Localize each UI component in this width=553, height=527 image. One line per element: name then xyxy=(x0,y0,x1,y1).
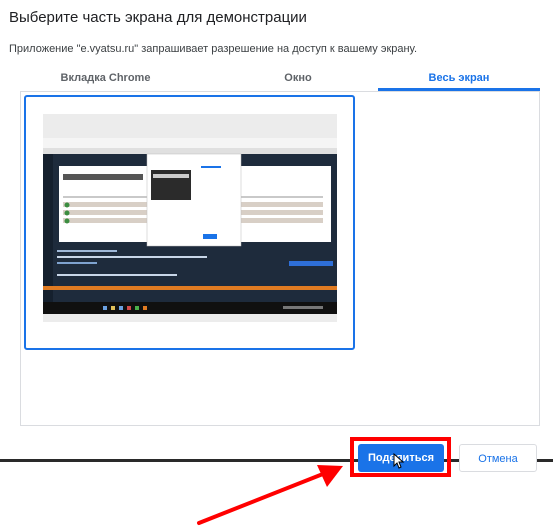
screen-thumbnail[interactable] xyxy=(24,95,355,350)
screen-preview-image xyxy=(43,114,337,322)
mouse-cursor-icon xyxy=(393,453,405,469)
dialog-title: Выберите часть экрана для демонстрации xyxy=(9,9,307,26)
active-tab-indicator xyxy=(378,88,540,91)
tab-window[interactable]: Окно xyxy=(218,66,378,92)
screen-preview xyxy=(43,114,337,322)
tab-chrome[interactable]: Вкладка Chrome xyxy=(20,66,191,92)
cancel-button[interactable]: Отмена xyxy=(459,444,537,472)
dialog-subtitle: Приложение "e.vyatsu.ru" запрашивает раз… xyxy=(9,43,418,55)
